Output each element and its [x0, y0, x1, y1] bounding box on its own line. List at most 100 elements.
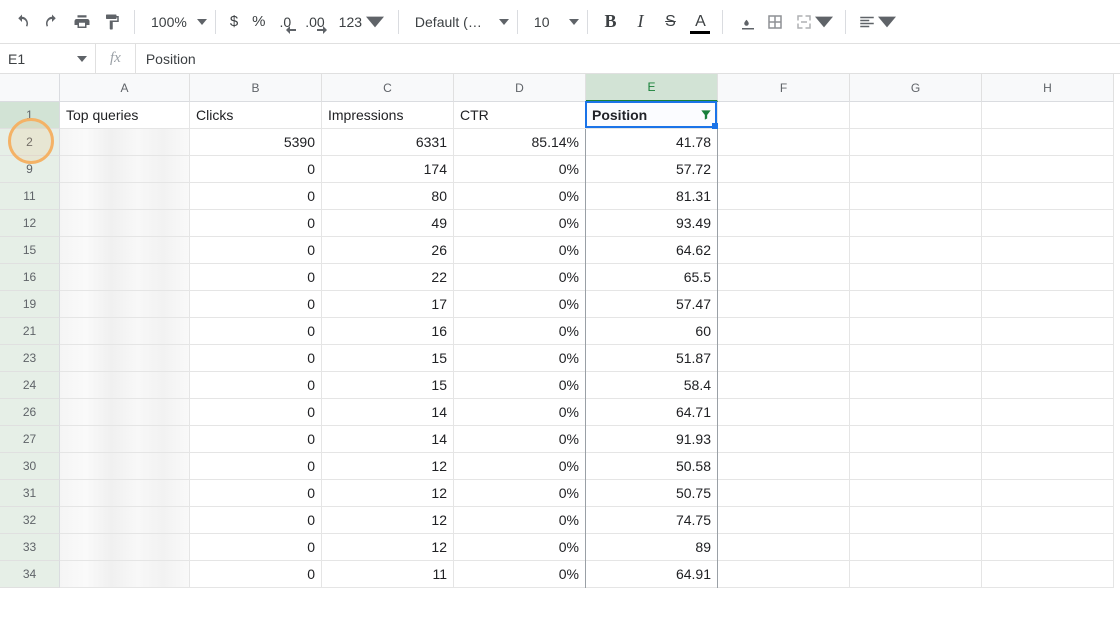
- cell[interactable]: [982, 318, 1114, 345]
- cell[interactable]: 49: [322, 210, 454, 237]
- header-cell[interactable]: [850, 102, 982, 129]
- cell[interactable]: [850, 318, 982, 345]
- cell[interactable]: 6331: [322, 129, 454, 156]
- cell[interactable]: 0%: [454, 156, 586, 183]
- more-formats-button[interactable]: 123: [333, 8, 390, 36]
- select-all-corner[interactable]: [0, 74, 60, 102]
- row-header[interactable]: 15: [0, 237, 60, 264]
- cell[interactable]: 0%: [454, 534, 586, 561]
- cell[interactable]: [718, 480, 850, 507]
- cell[interactable]: [850, 534, 982, 561]
- row-header[interactable]: 23: [0, 345, 60, 372]
- cell[interactable]: 60: [586, 318, 718, 345]
- cell[interactable]: [718, 453, 850, 480]
- cell[interactable]: [850, 156, 982, 183]
- cell[interactable]: [60, 318, 190, 345]
- cell[interactable]: [718, 345, 850, 372]
- column-header-G[interactable]: G: [850, 74, 982, 102]
- font-dropdown-icon[interactable]: [499, 17, 509, 27]
- zoom-value[interactable]: 100%: [143, 14, 195, 30]
- cell[interactable]: 89: [586, 534, 718, 561]
- cell[interactable]: 12: [322, 534, 454, 561]
- cell[interactable]: 0: [190, 210, 322, 237]
- strikethrough-button[interactable]: S: [656, 8, 684, 36]
- cell[interactable]: [718, 210, 850, 237]
- cell[interactable]: 0: [190, 156, 322, 183]
- column-header-C[interactable]: C: [322, 74, 454, 102]
- row-header[interactable]: 27: [0, 426, 60, 453]
- cell[interactable]: 12: [322, 507, 454, 534]
- cells-area[interactable]: Top queriesClicksImpressionsCTRPosition5…: [60, 102, 1114, 588]
- cell[interactable]: [60, 561, 190, 588]
- column-header-B[interactable]: B: [190, 74, 322, 102]
- row-header[interactable]: 33: [0, 534, 60, 561]
- cell[interactable]: [850, 264, 982, 291]
- cell[interactable]: 15: [322, 372, 454, 399]
- header-cell[interactable]: [982, 102, 1114, 129]
- cell[interactable]: 0%: [454, 426, 586, 453]
- cell[interactable]: [60, 237, 190, 264]
- text-color-button[interactable]: A: [686, 8, 714, 36]
- cell[interactable]: 0: [190, 507, 322, 534]
- cell[interactable]: [718, 399, 850, 426]
- cell[interactable]: [60, 372, 190, 399]
- cell[interactable]: 22: [322, 264, 454, 291]
- cell[interactable]: 0%: [454, 237, 586, 264]
- cell[interactable]: [850, 210, 982, 237]
- header-cell[interactable]: Clicks: [190, 102, 322, 129]
- row-header[interactable]: 26: [0, 399, 60, 426]
- cell[interactable]: 0: [190, 291, 322, 318]
- cell[interactable]: [718, 507, 850, 534]
- cell[interactable]: 0: [190, 237, 322, 264]
- cell[interactable]: [60, 264, 190, 291]
- cell[interactable]: 0: [190, 480, 322, 507]
- redo-button[interactable]: [38, 8, 66, 36]
- cell[interactable]: 11: [322, 561, 454, 588]
- cell[interactable]: 0%: [454, 291, 586, 318]
- cell[interactable]: [718, 156, 850, 183]
- cell[interactable]: 81.31: [586, 183, 718, 210]
- row-header[interactable]: 19: [0, 291, 60, 318]
- cell[interactable]: 0: [190, 426, 322, 453]
- cell[interactable]: [982, 237, 1114, 264]
- cell[interactable]: 0%: [454, 399, 586, 426]
- cell[interactable]: [60, 534, 190, 561]
- cell[interactable]: [850, 561, 982, 588]
- row-header[interactable]: 11: [0, 183, 60, 210]
- cell[interactable]: 0: [190, 264, 322, 291]
- cell[interactable]: [982, 210, 1114, 237]
- cell[interactable]: [718, 183, 850, 210]
- cell[interactable]: [60, 507, 190, 534]
- decrease-decimals-button[interactable]: .0: [274, 8, 298, 36]
- cell[interactable]: 0%: [454, 318, 586, 345]
- cell[interactable]: 74.75: [586, 507, 718, 534]
- cell[interactable]: [718, 534, 850, 561]
- cell[interactable]: 0%: [454, 480, 586, 507]
- cell[interactable]: [850, 345, 982, 372]
- print-button[interactable]: [68, 8, 96, 36]
- cell[interactable]: 93.49: [586, 210, 718, 237]
- zoom-dropdown-icon[interactable]: [197, 17, 207, 27]
- cell[interactable]: [982, 264, 1114, 291]
- cell[interactable]: 57.47: [586, 291, 718, 318]
- cell[interactable]: 0%: [454, 345, 586, 372]
- cell[interactable]: [60, 156, 190, 183]
- row-header[interactable]: 34: [0, 561, 60, 588]
- cell[interactable]: 0: [190, 345, 322, 372]
- column-header-H[interactable]: H: [982, 74, 1114, 102]
- cell[interactable]: [982, 345, 1114, 372]
- cell[interactable]: [718, 129, 850, 156]
- cell[interactable]: [982, 129, 1114, 156]
- cell[interactable]: 0: [190, 453, 322, 480]
- cell[interactable]: [982, 372, 1114, 399]
- cell[interactable]: [982, 561, 1114, 588]
- cell[interactable]: 50.75: [586, 480, 718, 507]
- cell[interactable]: [718, 264, 850, 291]
- row-header[interactable]: 32: [0, 507, 60, 534]
- cell[interactable]: [60, 426, 190, 453]
- cell[interactable]: 91.93: [586, 426, 718, 453]
- cell[interactable]: 0%: [454, 507, 586, 534]
- cell[interactable]: 0: [190, 399, 322, 426]
- borders-button[interactable]: [761, 8, 789, 36]
- undo-button[interactable]: [8, 8, 36, 36]
